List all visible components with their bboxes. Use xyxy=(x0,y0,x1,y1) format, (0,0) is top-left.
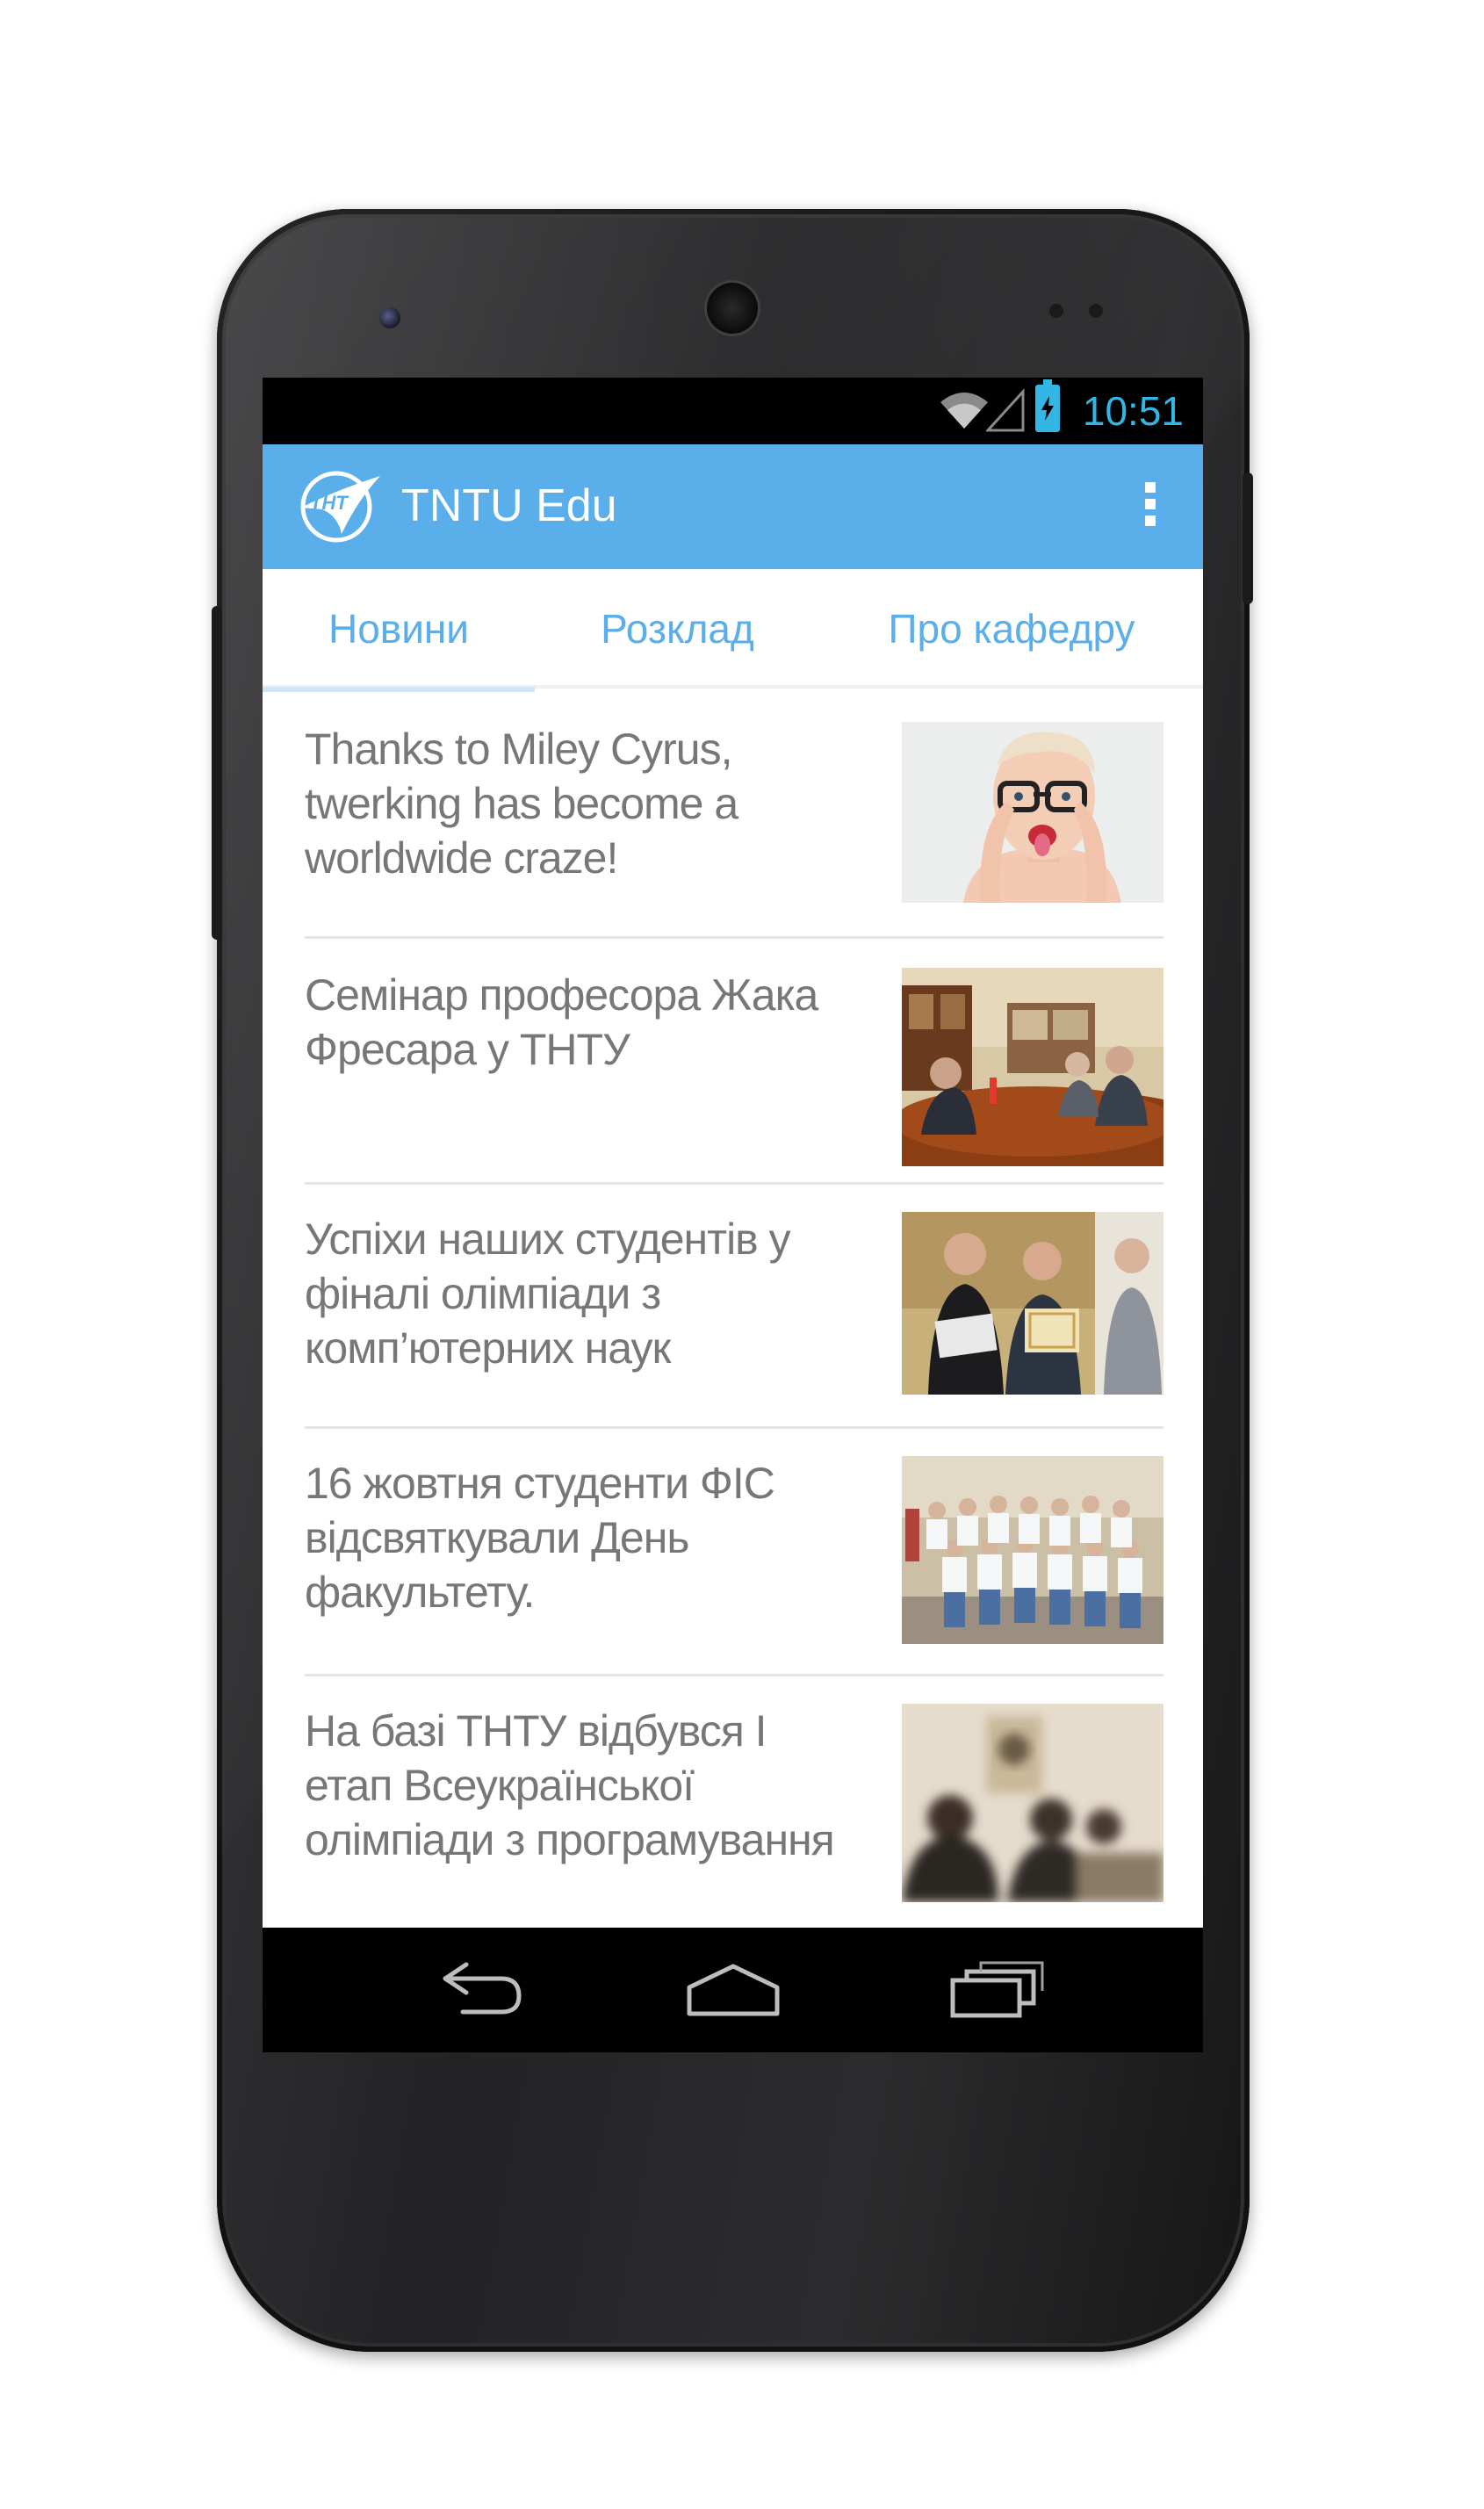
tntu-logo-icon[interactable]: ТНТ xyxy=(296,469,384,544)
wifi-icon xyxy=(940,393,988,429)
news-item[interactable]: Thanks to Miley Cyrus, twerking has beco… xyxy=(305,722,1163,903)
list-divider xyxy=(305,1182,1163,1185)
more-vert-icon xyxy=(1145,482,1156,493)
award-photo xyxy=(902,1212,1163,1395)
news-item[interactable]: Успіхи наших студентів у фіналі олімпіад… xyxy=(305,1212,1163,1395)
back-icon[interactable] xyxy=(428,1954,533,2024)
overflow-menu-button[interactable] xyxy=(1140,476,1161,537)
news-title: Успіхи наших студентів у фіналі олімпіад… xyxy=(305,1215,791,1373)
list-divider xyxy=(305,1674,1163,1676)
logo-text: ТНТ xyxy=(310,492,349,514)
more-vert-icon xyxy=(1145,515,1156,526)
contest-photo xyxy=(902,1704,1163,1902)
power-button xyxy=(1243,472,1253,604)
tab-bar: Новини Розклад Про кафедру xyxy=(263,569,1203,692)
news-title: Семінар професора Жака Фресара у ТНТУ xyxy=(305,970,818,1074)
phone-screen: 10:51 ТНТ TNTU Edu Новини Розклад Про ка… xyxy=(263,378,1203,2052)
news-item[interactable]: 16 жовтня студенти ФІС відсвяткували Ден… xyxy=(305,1456,1163,1644)
group-photo xyxy=(902,1456,1163,1644)
news-thumbnail xyxy=(902,1212,1163,1395)
list-divider xyxy=(305,936,1163,939)
tab-about-department[interactable]: Про кафедру xyxy=(820,569,1203,689)
navigation-bar xyxy=(263,1928,1203,2052)
news-title: 16 жовтня студенти ФІС відсвяткували Ден… xyxy=(305,1459,775,1617)
home-icon[interactable] xyxy=(681,1954,786,2024)
tab-schedule[interactable]: Розклад xyxy=(535,569,820,689)
tab-news[interactable]: Новини xyxy=(263,569,535,692)
news-thumbnail xyxy=(902,1704,1163,1902)
volume-button xyxy=(212,606,222,940)
earpiece-speaker xyxy=(707,283,758,334)
news-thumbnail xyxy=(902,722,1163,903)
status-time: 10:51 xyxy=(1082,388,1184,434)
portrait-photo xyxy=(902,722,1163,903)
status-bar: 10:51 xyxy=(263,378,1203,444)
front-camera xyxy=(379,307,400,328)
bolt-icon xyxy=(1041,396,1054,421)
battery-charging-icon xyxy=(1035,379,1060,432)
meeting-photo xyxy=(902,968,1163,1166)
news-thumbnail xyxy=(902,1456,1163,1644)
news-title: Thanks to Miley Cyrus, twerking has beco… xyxy=(305,725,738,883)
news-item[interactable]: Семінар професора Жака Фресара у ТНТУ xyxy=(305,968,1163,1166)
app-title: TNTU Edu xyxy=(401,480,617,531)
light-sensor xyxy=(1089,304,1103,318)
list-divider xyxy=(305,1426,1163,1429)
news-item[interactable]: На базі ТНТУ відбувся І етап Всеукраїнсь… xyxy=(305,1704,1163,1902)
news-title: На базі ТНТУ відбувся І етап Всеукраїнсь… xyxy=(305,1706,835,1864)
action-bar: ТНТ TNTU Edu xyxy=(263,444,1203,569)
signal-icon xyxy=(986,388,1025,432)
recents-icon[interactable] xyxy=(944,1954,1049,2024)
proximity-sensor xyxy=(1049,304,1063,318)
more-vert-icon xyxy=(1145,499,1156,509)
news-thumbnail xyxy=(902,968,1163,1166)
